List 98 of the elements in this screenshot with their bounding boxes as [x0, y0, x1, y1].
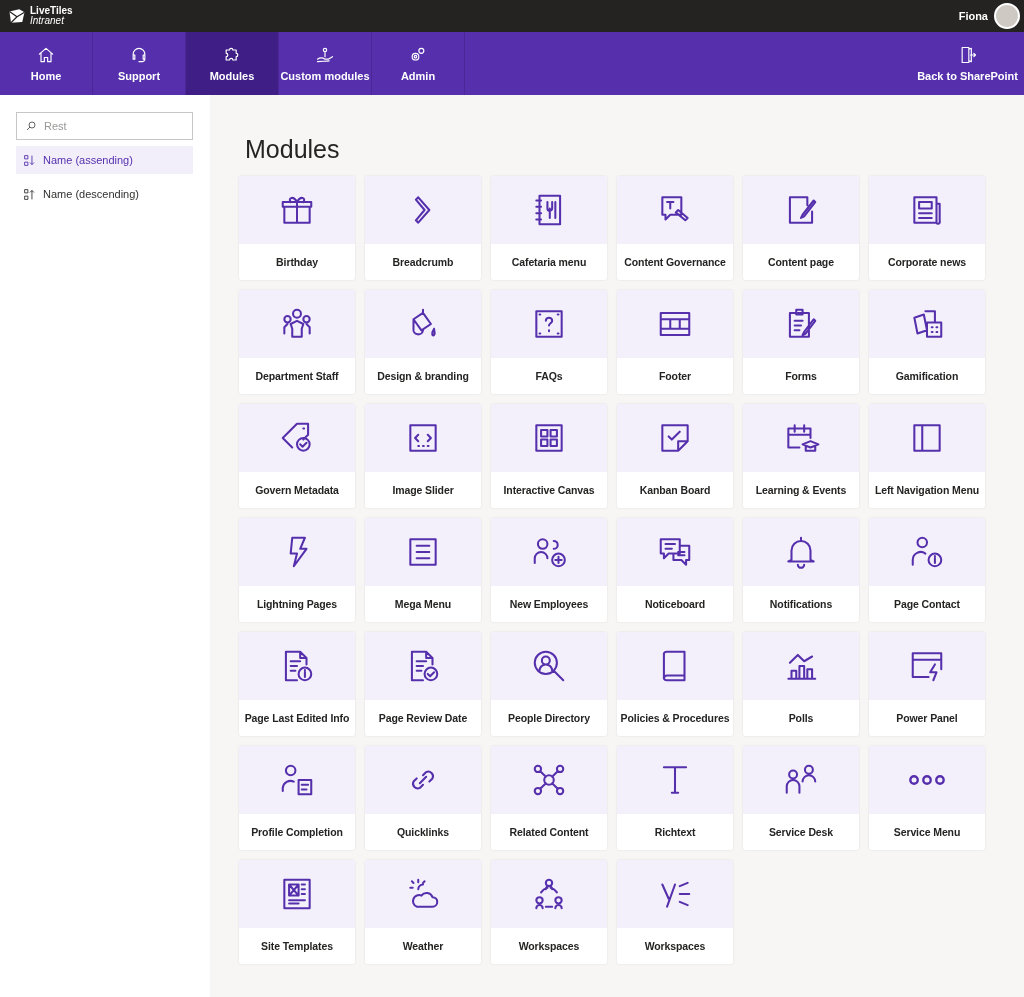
module-tile[interactable]: Image Slider [365, 404, 481, 508]
module-label: Weather [401, 939, 445, 954]
module-label: Corporate news [887, 255, 967, 270]
module-tile[interactable]: Site Templates [239, 860, 355, 964]
user-name: Fiona [958, 10, 988, 22]
avatar[interactable] [994, 3, 1020, 29]
home-icon [36, 45, 56, 65]
module-label: Profile Completion [250, 825, 344, 840]
module-tile[interactable]: Service Menu [869, 746, 985, 850]
module-tile[interactable]: Corporate news [869, 176, 985, 280]
module-label: Birthday [275, 255, 319, 270]
module-tile[interactable]: Learning & Events [743, 404, 859, 508]
module-tile[interactable]: Polls [743, 632, 859, 736]
three-dots-icon [908, 775, 946, 785]
back-button[interactable]: Back to SharePoint [911, 32, 1024, 95]
module-label: Notifications [768, 597, 834, 612]
module-tile[interactable]: Cafetaria menu [491, 176, 607, 280]
module-label: Related Content [508, 825, 590, 840]
module-label: Polls [787, 711, 815, 726]
module-tile[interactable]: Design & branding [365, 290, 481, 394]
module-label: Breadcrumb [391, 255, 455, 270]
module-label: Mega Menu [393, 597, 453, 612]
module-tile[interactable]: Govern Metadata [239, 404, 355, 508]
module-label: Left Navigation Menu [873, 483, 981, 498]
module-label: Learning & Events [754, 483, 848, 498]
module-tile[interactable]: Department Staff [239, 290, 355, 394]
module-tile[interactable]: Workspaces [617, 860, 733, 964]
brand-name: LiveTiles [30, 6, 73, 16]
sort-down-icon [23, 153, 36, 167]
module-label: Quicklinks [395, 825, 451, 840]
module-tile[interactable]: Notifications [743, 518, 859, 622]
module-label: Page Contact [893, 597, 961, 612]
module-tile[interactable]: Interactive Canvas [491, 404, 607, 508]
module-label: Page Review Date [377, 711, 469, 726]
module-tile[interactable]: Birthday [239, 176, 355, 280]
module-label: New Employees [508, 597, 590, 612]
module-label: Power Panel [895, 711, 959, 726]
module-label: Forms [784, 369, 818, 384]
nav-tab[interactable]: Modules [186, 32, 279, 95]
module-label: Workspaces [643, 939, 707, 954]
module-label: Content page [767, 255, 835, 270]
module-label: Policies & Procedures [619, 711, 731, 726]
module-label: Service Menu [892, 825, 962, 840]
module-label: Department Staff [254, 369, 340, 384]
module-tile[interactable]: Forms [743, 290, 859, 394]
module-tile[interactable]: Content Governance [617, 176, 733, 280]
module-tile[interactable]: Related Content [491, 746, 607, 850]
module-label: Service Desk [767, 825, 835, 840]
module-label: Page Last Edited Info [243, 711, 351, 726]
module-label: Interactive Canvas [502, 483, 596, 498]
page-title: Modules [245, 135, 341, 164]
nav-tab[interactable]: Admin [372, 32, 465, 95]
module-label: Footer [657, 369, 693, 384]
module-tile[interactable]: Content page [743, 176, 859, 280]
module-tile[interactable]: Page Last Edited Info [239, 632, 355, 736]
module-tile[interactable]: Workspaces [491, 860, 607, 964]
module-tile[interactable]: Power Panel [869, 632, 985, 736]
module-label: Noticeboard [643, 597, 707, 612]
module-label: Design & branding [376, 369, 470, 384]
module-label: People Directory [507, 711, 591, 726]
module-tile[interactable]: Page Contact [869, 518, 985, 622]
module-label: Govern Metadata [254, 483, 340, 498]
module-label: Workspaces [517, 939, 581, 954]
module-label: Content Governance [623, 255, 727, 270]
logo-icon [8, 7, 26, 25]
module-label: Lightning Pages [255, 597, 339, 612]
module-tile[interactable]: Breadcrumb [365, 176, 481, 280]
module-label: Site Templates [260, 939, 334, 954]
module-tile[interactable]: Quicklinks [365, 746, 481, 850]
module-tile[interactable]: New Employees [491, 518, 607, 622]
module-tile[interactable]: FAQs [491, 290, 607, 394]
module-label: Gamification [894, 369, 960, 384]
module-tile[interactable]: Lightning Pages [239, 518, 355, 622]
nav-tab[interactable]: Custom modules [279, 32, 372, 95]
sort-option[interactable]: Name (assending) [16, 146, 193, 174]
module-label: Kanban Board [638, 483, 712, 498]
module-tile[interactable]: Footer [617, 290, 733, 394]
module-label: FAQs [534, 369, 564, 384]
module-tile[interactable]: Mega Menu [365, 518, 481, 622]
module-tile[interactable]: Richtext [617, 746, 733, 850]
brand-subtitle: Intranet [30, 16, 66, 26]
module-tile[interactable]: Service Desk [743, 746, 859, 850]
sort-up-icon [23, 187, 36, 201]
search-field[interactable]: Rest [16, 112, 193, 140]
module-tile[interactable]: Policies & Procedures [617, 632, 733, 736]
module-tile[interactable]: People Directory [491, 632, 607, 736]
module-tile[interactable]: Left Navigation Menu [869, 404, 985, 508]
module-tile[interactable]: Gamification [869, 290, 985, 394]
module-label: Cafetaria menu [510, 255, 588, 270]
module-label: Image Slider [391, 483, 455, 498]
module-tile[interactable]: Page Review Date [365, 632, 481, 736]
module-tile[interactable]: Profile Completion [239, 746, 355, 850]
module-label: Richtext [653, 825, 697, 840]
module-tile[interactable]: Noticeboard [617, 518, 733, 622]
module-tile[interactable]: Weather [365, 860, 481, 964]
module-tile[interactable]: Kanban Board [617, 404, 733, 508]
search-icon [25, 120, 37, 132]
sort-option[interactable]: Name (descending) [16, 180, 193, 208]
